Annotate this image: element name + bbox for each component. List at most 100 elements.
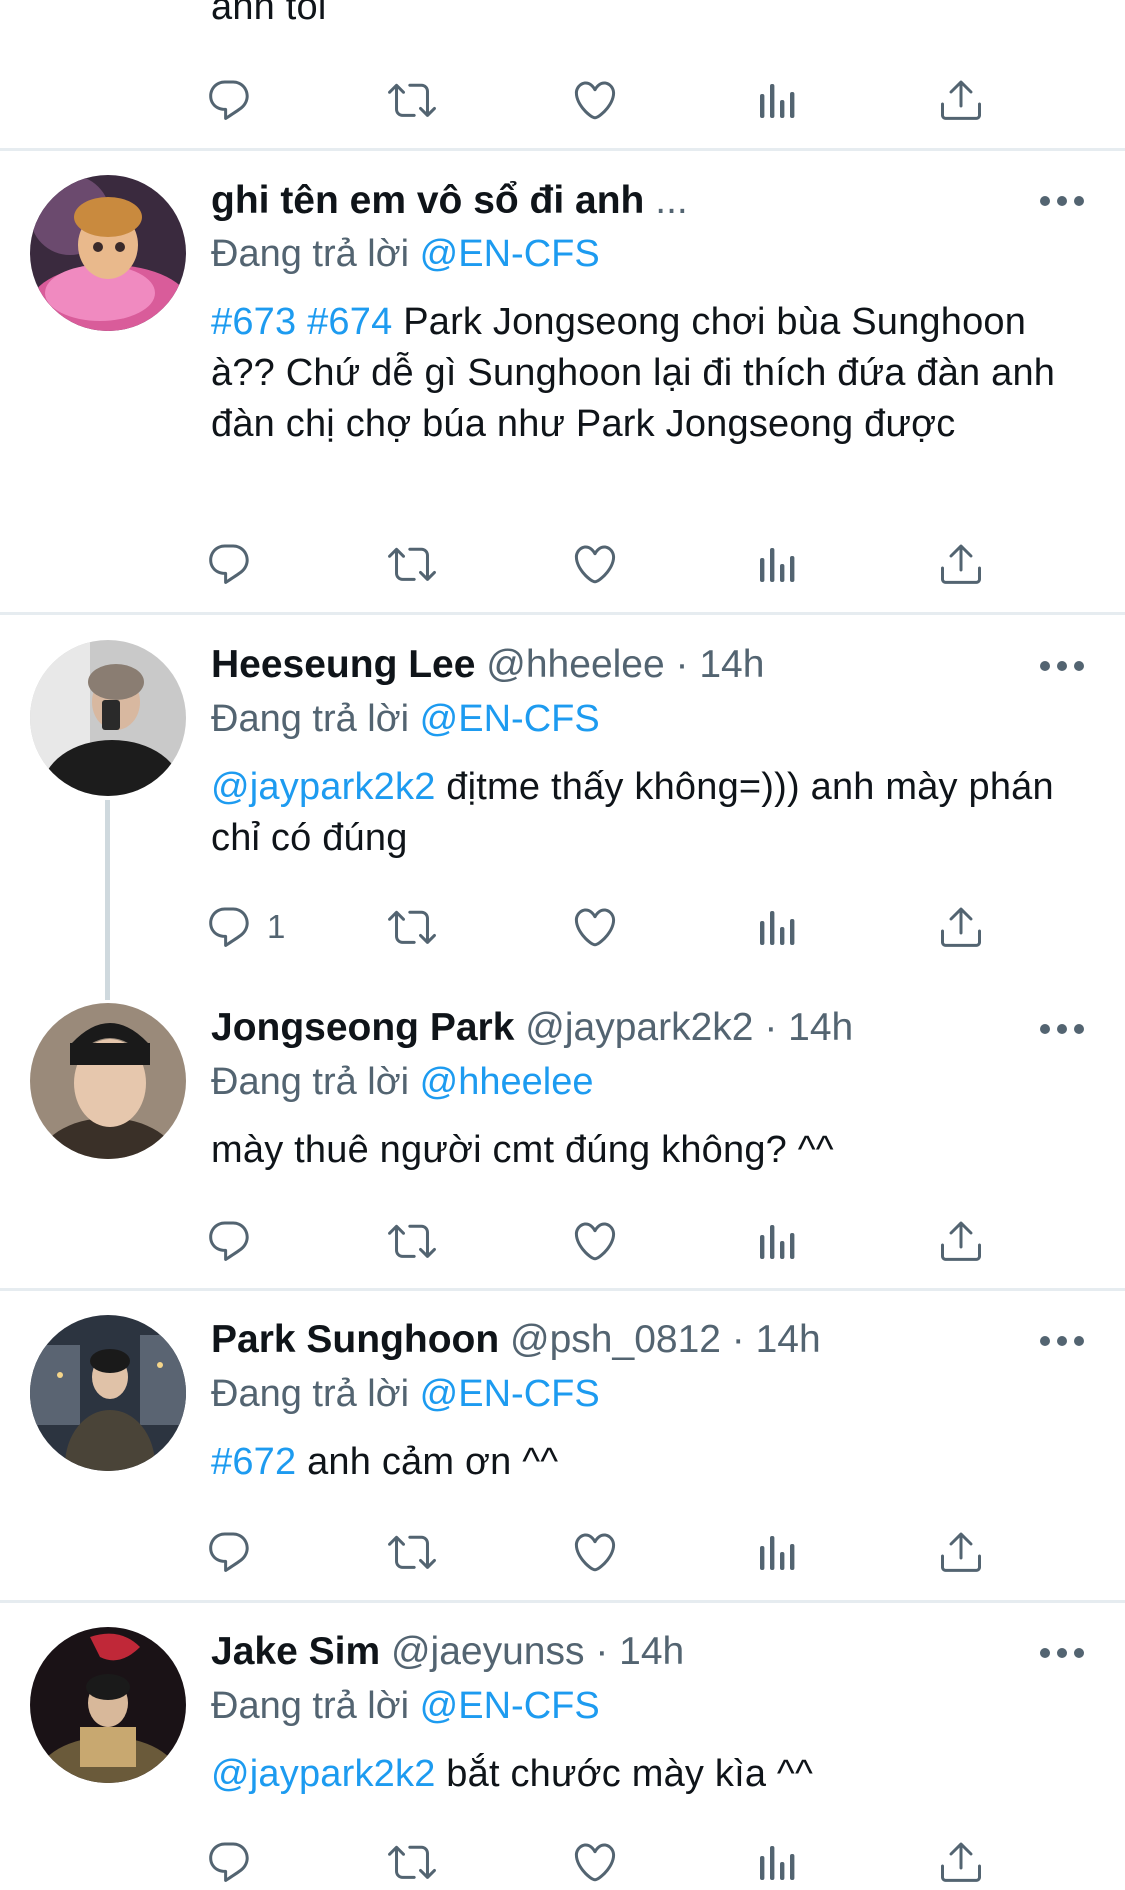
retweet-button[interactable]	[388, 72, 436, 128]
heart-icon	[574, 545, 616, 584]
mention-link[interactable]: @jaypark2k2	[211, 766, 436, 808]
analytics-icon	[760, 1225, 795, 1259]
analytics-icon	[760, 548, 795, 582]
avatar-image	[30, 1627, 186, 1783]
user-handle[interactable]: @hheelee	[486, 643, 664, 686]
timestamp[interactable]: · 14h	[595, 1630, 684, 1673]
display-name[interactable]: Jongseong Park	[211, 1006, 514, 1049]
more-icon[interactable]	[1040, 661, 1084, 673]
replying-to-handle[interactable]: @EN-CFS	[420, 1685, 600, 1727]
retweet-button[interactable]	[388, 1213, 436, 1269]
replying-to: Đang trả lời @EN-CFS	[211, 696, 600, 742]
tweet-header: Park Sunghoon @psh_0812 · 14h	[211, 1317, 821, 1363]
share-button[interactable]	[937, 1524, 985, 1580]
replying-to: Đang trả lời @EN-CFS	[211, 1371, 600, 1417]
more-icon[interactable]	[1040, 1024, 1084, 1036]
analytics-button[interactable]	[754, 1834, 802, 1890]
hashtag-link[interactable]: #672	[211, 1441, 296, 1483]
reply-button[interactable]	[205, 1524, 253, 1580]
share-button[interactable]	[937, 536, 985, 592]
like-button[interactable]	[571, 72, 619, 128]
share-icon	[941, 1532, 981, 1572]
analytics-button[interactable]	[754, 899, 802, 955]
tweet-body-partial: anh tôi	[211, 0, 327, 28]
tweet-header: ghi tên em vô sổ đi anh ...	[211, 178, 688, 224]
heart-icon	[574, 1533, 616, 1572]
reply-button[interactable]	[205, 536, 253, 592]
tweet-header: Heeseung Lee @hheelee · 14h	[211, 642, 764, 688]
timestamp[interactable]: · 14h	[764, 1006, 853, 1049]
avatar-image	[30, 1003, 186, 1159]
reply-button[interactable]	[205, 1213, 253, 1269]
more-icon[interactable]	[1040, 196, 1084, 208]
share-icon	[941, 907, 981, 947]
share-icon	[941, 1842, 981, 1882]
retweet-icon	[388, 547, 436, 581]
retweet-button[interactable]	[388, 1524, 436, 1580]
like-button[interactable]	[571, 1524, 619, 1580]
share-icon	[941, 1221, 981, 1261]
like-button[interactable]	[571, 1834, 619, 1890]
share-button[interactable]	[937, 72, 985, 128]
share-button[interactable]	[937, 1213, 985, 1269]
display-name[interactable]: ghi tên em vô sổ đi anh	[211, 179, 644, 222]
timestamp[interactable]: · 14h	[732, 1318, 821, 1361]
display-name[interactable]: Heeseung Lee	[211, 643, 475, 686]
like-button[interactable]	[571, 1213, 619, 1269]
analytics-button[interactable]	[754, 1213, 802, 1269]
tweet-actions: 1	[205, 899, 1005, 955]
timestamp[interactable]: · 14h	[676, 643, 765, 686]
reply-button[interactable]: 1	[205, 899, 285, 955]
avatar-image	[30, 175, 186, 331]
avatar[interactable]	[30, 1315, 186, 1471]
analytics-icon	[760, 1536, 795, 1570]
like-button[interactable]	[571, 536, 619, 592]
analytics-button[interactable]	[754, 72, 802, 128]
retweet-icon	[388, 83, 436, 117]
thread-line	[105, 800, 110, 1000]
retweet-button[interactable]	[388, 536, 436, 592]
replying-prefix: Đang trả lời	[211, 698, 420, 740]
reply-icon	[209, 1842, 249, 1882]
heart-icon	[574, 1843, 616, 1882]
display-name[interactable]: Jake Sim	[211, 1630, 380, 1673]
analytics-icon	[760, 84, 795, 118]
tweet-body: @jaypark2k2 bắt chước mày kìa ^^	[211, 1749, 1091, 1800]
replying-to-handle[interactable]: @EN-CFS	[420, 1373, 600, 1415]
tweet-text: bắt chước mày kìa ^^	[435, 1753, 813, 1795]
analytics-button[interactable]	[754, 1524, 802, 1580]
replying-to-handle[interactable]: @hheelee	[420, 1061, 594, 1103]
tweet-actions	[205, 72, 1005, 128]
analytics-button[interactable]	[754, 536, 802, 592]
retweet-button[interactable]	[388, 1834, 436, 1890]
avatar[interactable]	[30, 175, 186, 331]
display-name[interactable]: Park Sunghoon	[211, 1318, 499, 1361]
reply-button[interactable]	[205, 1834, 253, 1890]
replying-to-handle[interactable]: @EN-CFS	[420, 698, 600, 740]
avatar-image	[30, 1315, 186, 1471]
retweet-icon	[388, 1845, 436, 1879]
tweet-text: mày thuê người cmt đúng không? ^^	[211, 1129, 834, 1171]
avatar[interactable]	[30, 640, 186, 796]
reply-button[interactable]	[205, 72, 253, 128]
analytics-icon	[760, 911, 795, 945]
more-icon[interactable]	[1040, 1648, 1084, 1660]
share-button[interactable]	[937, 899, 985, 955]
replying-prefix: Đang trả lời	[211, 1061, 420, 1103]
user-handle[interactable]: @jaeyunss	[391, 1630, 585, 1673]
like-button[interactable]	[571, 899, 619, 955]
mention-link[interactable]: @jaypark2k2	[211, 1753, 436, 1795]
replying-prefix: Đang trả lời	[211, 1373, 420, 1415]
replying-to: Đang trả lời @hheelee	[211, 1059, 594, 1105]
share-button[interactable]	[937, 1834, 985, 1890]
hashtag-link[interactable]: #673 #674	[211, 301, 392, 343]
tweet-body: #672 anh cảm ơn ^^	[211, 1437, 1091, 1488]
user-handle[interactable]: @psh_0812	[510, 1318, 721, 1361]
replying-to-handle[interactable]: @EN-CFS	[420, 233, 600, 275]
avatar[interactable]	[30, 1627, 186, 1783]
replying-to: Đang trả lời @EN-CFS	[211, 231, 600, 277]
avatar[interactable]	[30, 1003, 186, 1159]
user-handle[interactable]: @jaypark2k2	[525, 1006, 753, 1049]
more-icon[interactable]	[1040, 1336, 1084, 1348]
retweet-button[interactable]	[388, 899, 436, 955]
